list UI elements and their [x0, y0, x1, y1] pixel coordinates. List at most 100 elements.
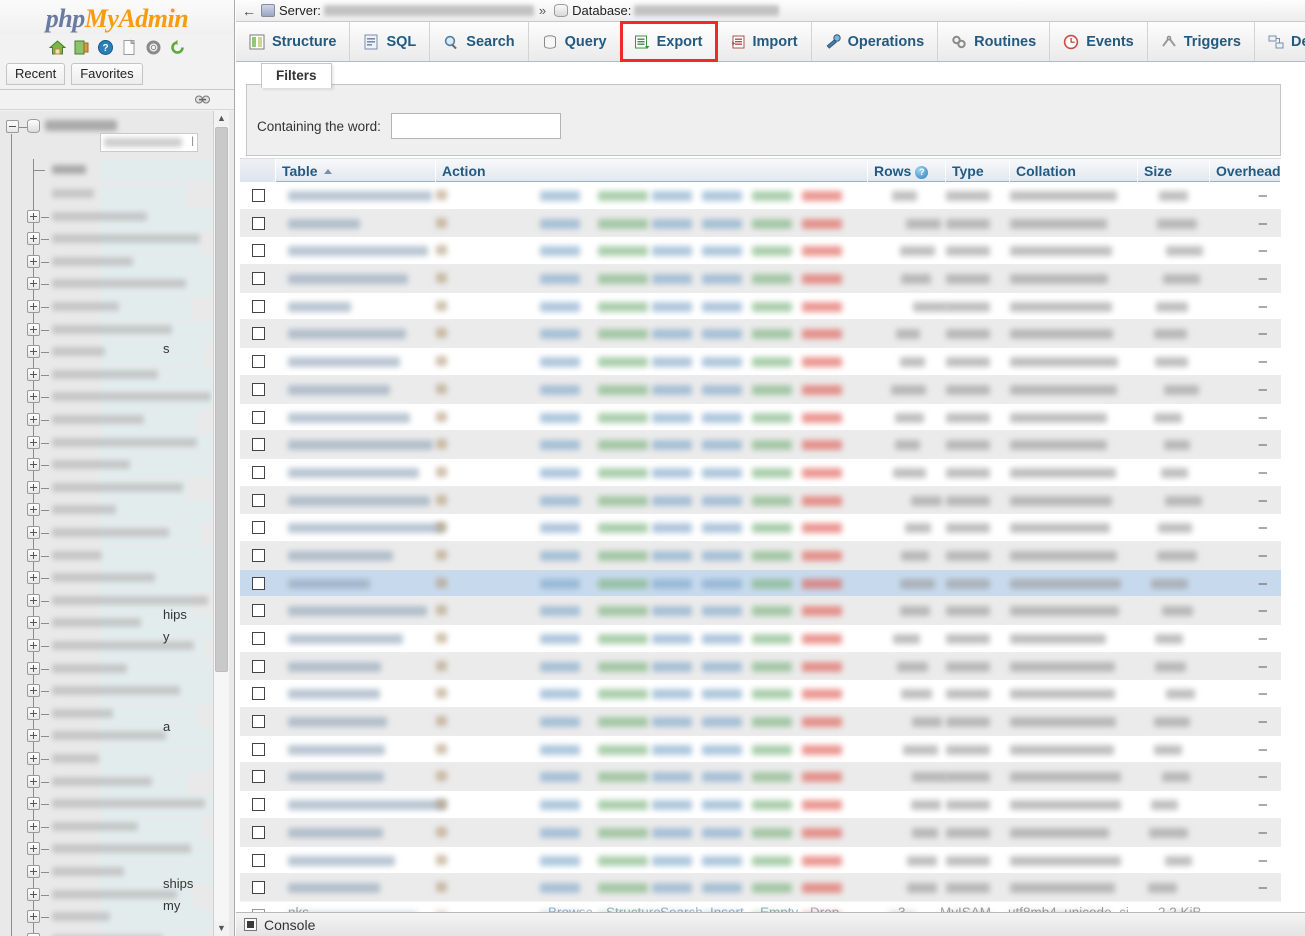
tree-expand-toggle[interactable]: [27, 300, 40, 313]
tree-expand-toggle[interactable]: [27, 594, 40, 607]
row-checkbox[interactable]: [252, 687, 265, 700]
tree-expand-toggle[interactable]: [27, 323, 40, 336]
row-checkbox[interactable]: [252, 438, 265, 451]
row-checkbox[interactable]: [252, 743, 265, 756]
tree-expand-toggle[interactable]: [27, 210, 40, 223]
tree-item-label-redacted[interactable]: [52, 596, 208, 605]
table-row[interactable]: –: [240, 348, 1281, 376]
tree-expand-toggle[interactable]: [27, 549, 40, 562]
row-checkbox[interactable]: [252, 549, 265, 562]
tree-item-label-redacted[interactable]: [52, 257, 133, 266]
tree-expand-toggle[interactable]: [27, 232, 40, 245]
tree-item-label-redacted[interactable]: [52, 731, 166, 740]
filters-legend[interactable]: Filters: [261, 63, 332, 88]
row-checkbox[interactable]: [252, 660, 265, 673]
back-arrow-icon[interactable]: ←: [240, 3, 258, 19]
tree-item-label-redacted[interactable]: [52, 392, 211, 401]
tab-structure[interactable]: Structure: [236, 22, 350, 61]
tree-expand-toggle[interactable]: [27, 842, 40, 855]
tree-item-label-redacted[interactable]: [52, 777, 152, 786]
tree-expand-toggle[interactable]: [27, 345, 40, 358]
documentation-icon[interactable]: [121, 39, 138, 56]
row-checkbox[interactable]: [252, 272, 265, 285]
tree-item-label-redacted[interactable]: [52, 347, 105, 356]
tree-expand-toggle[interactable]: [27, 277, 40, 290]
tree-expand-toggle[interactable]: [27, 255, 40, 268]
table-row[interactable]: –: [240, 763, 1281, 791]
table-row[interactable]: –: [240, 597, 1281, 625]
table-row[interactable]: –: [240, 210, 1281, 238]
settings-icon[interactable]: [145, 39, 162, 56]
tree-expand-toggle[interactable]: [27, 797, 40, 810]
tree-expand-toggle[interactable]: [27, 571, 40, 584]
tab-designer[interactable]: Designer: [1255, 22, 1305, 61]
tree-item-label-redacted[interactable]: [52, 573, 155, 582]
row-checkbox[interactable]: [252, 494, 265, 507]
tree-expand-toggle[interactable]: [27, 639, 40, 652]
table-row[interactable]: –: [240, 293, 1281, 321]
column-header-action[interactable]: Action: [436, 159, 868, 183]
tree-expand-toggle[interactable]: [27, 865, 40, 878]
tree-item-label-redacted[interactable]: [52, 438, 197, 447]
tab-export[interactable]: Export: [621, 22, 717, 61]
tree-item-label-redacted[interactable]: [52, 664, 127, 673]
tree-item-label-redacted[interactable]: [52, 890, 177, 899]
home-icon[interactable]: [49, 39, 66, 56]
tab-query[interactable]: Query: [529, 22, 621, 61]
tree-expand-toggle[interactable]: [27, 729, 40, 742]
table-row[interactable]: –: [240, 570, 1281, 598]
table-row[interactable]: –: [240, 680, 1281, 708]
row-checkbox[interactable]: [252, 770, 265, 783]
row-checkbox[interactable]: [252, 521, 265, 534]
console-bar[interactable]: Console: [236, 912, 1305, 936]
table-row[interactable]: –: [240, 265, 1281, 293]
tab-operations[interactable]: Operations: [812, 22, 939, 61]
row-checkbox[interactable]: [252, 577, 265, 590]
database-tree-panel[interactable]: | shipsyashipsmy: [0, 111, 235, 936]
tree-item-label-redacted[interactable]: [52, 844, 191, 853]
row-checkbox[interactable]: [252, 355, 265, 368]
tree-expand-toggle[interactable]: [27, 368, 40, 381]
column-header-size[interactable]: Size: [1138, 159, 1210, 183]
tree-item-label-redacted[interactable]: [52, 212, 147, 221]
tree-expand-toggle[interactable]: [27, 616, 40, 629]
table-row[interactable]: –: [240, 182, 1281, 210]
tree-collapse-toggle[interactable]: [6, 120, 19, 133]
tree-item-label-redacted[interactable]: [52, 279, 186, 288]
tree-expand-toggle[interactable]: [27, 707, 40, 720]
tree-expand-toggle[interactable]: [27, 526, 40, 539]
reload-icon[interactable]: [169, 39, 186, 56]
link-with-main-panel-icon[interactable]: [195, 93, 210, 104]
tree-expand-toggle[interactable]: [27, 684, 40, 697]
table-row[interactable]: –: [240, 819, 1281, 847]
column-header-collation[interactable]: Collation: [1010, 159, 1138, 183]
tab-events[interactable]: Events: [1050, 22, 1148, 61]
row-checkbox[interactable]: [252, 798, 265, 811]
table-row[interactable]: –: [240, 487, 1281, 515]
tree-item-label-redacted[interactable]: [52, 754, 99, 763]
tab-import[interactable]: Import: [717, 22, 812, 61]
table-row[interactable]: –: [240, 237, 1281, 265]
scroll-down-arrow-icon[interactable]: ▼: [214, 921, 229, 936]
tree-item-label-redacted[interactable]: [52, 551, 102, 560]
row-checkbox[interactable]: [252, 632, 265, 645]
tree-item-label-redacted[interactable]: [52, 641, 194, 650]
tree-expand-toggle[interactable]: [27, 888, 40, 901]
row-checkbox[interactable]: [252, 244, 265, 257]
tab-sql[interactable]: SQL: [350, 22, 430, 61]
table-row[interactable]: –: [240, 514, 1281, 542]
tree-expand-toggle[interactable]: [27, 775, 40, 788]
table-row[interactable]: –: [240, 542, 1281, 570]
tree-item-label-redacted[interactable]: [52, 822, 138, 831]
server-logout-icon[interactable]: [73, 39, 90, 56]
table-row[interactable]: –: [240, 376, 1281, 404]
table-row[interactable]: –: [240, 847, 1281, 875]
tree-expand-toggle[interactable]: [27, 458, 40, 471]
tree-item-label-redacted[interactable]: [52, 709, 113, 718]
row-checkbox[interactable]: [252, 327, 265, 340]
row-checkbox[interactable]: [252, 854, 265, 867]
table-row[interactable]: –: [240, 431, 1281, 459]
tree-item-label-redacted[interactable]: [52, 799, 205, 808]
containing-the-word-input[interactable]: [391, 113, 561, 139]
tree-expand-toggle[interactable]: [27, 503, 40, 516]
